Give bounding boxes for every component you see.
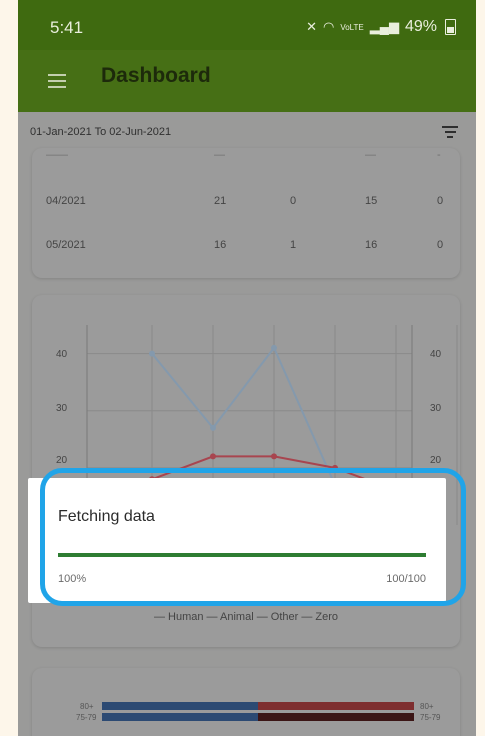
- filter-icon[interactable]: [442, 126, 458, 138]
- date-range[interactable]: 01-Jan-2021 To 02-Jun-2021: [30, 126, 171, 138]
- y-tick-left: 30: [56, 403, 68, 414]
- y-tick-left: 40: [56, 349, 68, 360]
- progress-count: 100/100: [386, 573, 426, 585]
- y-tick-right: 20: [430, 455, 442, 466]
- progress-fill: [58, 553, 426, 557]
- data-point: [332, 464, 338, 471]
- table-row: 05/2021 16 1 16 0: [32, 236, 460, 256]
- population-pyramid-card: 80+ 75-79 80+ 75-79: [32, 668, 460, 736]
- status-bar: 5:41 ✕ ◠ VoLTE ▂▄▆ 49%: [18, 0, 476, 50]
- progress-percent: 100%: [58, 573, 87, 585]
- status-time: 5:41: [50, 18, 84, 37]
- status-icons: ✕ ◠ VoLTE ▂▄▆ 49%: [306, 18, 456, 36]
- legend-other: Other: [270, 611, 299, 623]
- legend-zero: Zero: [315, 611, 339, 623]
- app-bar: Dashboard: [18, 50, 476, 112]
- wifi-icon: ◠: [322, 19, 335, 34]
- data-point: [210, 453, 216, 460]
- y-tick-right: 40: [430, 349, 442, 360]
- cell-zero: 0: [437, 239, 444, 251]
- pyramid-label-left: 75-79: [76, 713, 97, 722]
- data-point: [210, 424, 216, 431]
- pyramid-label-right: 80+: [420, 702, 434, 711]
- cell-animal: 1: [290, 239, 297, 251]
- cell-month: 04/2021: [46, 195, 86, 207]
- table-row-partial: —— — — -: [46, 149, 441, 161]
- chart-legend: — Human — Animal — Other — Zero: [153, 611, 339, 623]
- pyramid-bar-female: [258, 702, 414, 710]
- cell-other: 16: [365, 239, 378, 251]
- legend-animal: Animal: [220, 611, 254, 623]
- signal-icon: ▂▄▆: [369, 19, 399, 34]
- page-title: Dashboard: [101, 64, 211, 87]
- menu-icon[interactable]: [48, 70, 66, 88]
- cell-zero: 0: [437, 195, 444, 207]
- volte-label: VoLTE: [340, 22, 364, 32]
- mute-icon: ✕: [306, 19, 317, 34]
- pyramid-label-right: 75-79: [420, 713, 441, 722]
- battery-percent: 49%: [404, 18, 437, 35]
- summary-table-card: —— — — - 04/2021 21 0 15 0 05/2021 16 1 16 …: [32, 148, 460, 278]
- pyramid-label-left: 80+: [80, 702, 94, 711]
- data-point: [271, 344, 277, 351]
- table-row: 04/2021 21 0 15 0: [32, 192, 460, 212]
- y-tick-left: 20: [56, 455, 68, 466]
- pyramid-bar-male: [102, 702, 258, 710]
- data-point: [271, 453, 277, 460]
- y-tick-right: 30: [430, 403, 442, 414]
- cell-human: 21: [214, 195, 227, 207]
- data-point: [149, 350, 155, 357]
- progress-bar: [58, 553, 426, 557]
- pyramid-bar-male: [102, 713, 258, 721]
- cell-animal: 0: [290, 195, 297, 207]
- dialog-title: Fetching data: [58, 508, 155, 525]
- pyramid-bar-female: [258, 713, 414, 721]
- legend-human: Human: [168, 611, 204, 623]
- cell-human: 16: [214, 239, 227, 251]
- cell-other: 15: [365, 195, 378, 207]
- cell-month: 05/2021: [46, 239, 86, 251]
- battery-icon: [445, 19, 456, 35]
- progress-dialog: Fetching data 100% 100/100: [28, 478, 446, 603]
- phone-screen: 5:41 ✕ ◠ VoLTE ▂▄▆ 49% Dashboard 01-Jan-…: [18, 0, 476, 736]
